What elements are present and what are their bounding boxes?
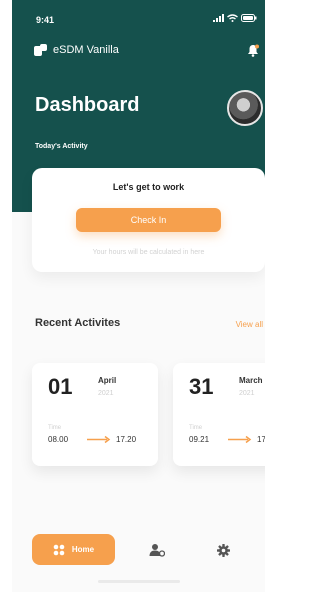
activity-day: 01 [48,374,73,399]
activity-time-in: 08.00 [48,435,69,444]
avatar[interactable] [227,90,263,126]
wifi-icon [227,14,238,22]
gear-icon [216,543,230,557]
arrow-icon [228,435,252,444]
logo-icon [34,44,47,56]
activity-month: April [98,376,117,385]
activity-time-in: 09.21 [189,435,210,444]
activity-time-label: Time [48,425,62,431]
checkin-card: Let's get to work Check In Your hours wi… [32,168,265,272]
activity-card[interactable]: 01 April 2021 Time 08.00 17.20 [32,363,158,466]
home-indicator [98,580,180,583]
arrow-icon [87,435,111,444]
activity-year: 2021 [239,390,255,397]
activity-month: March [239,376,263,385]
notification-button[interactable] [247,44,259,62]
activity-time-out: 17.00 [257,435,265,444]
status-time: 9:41 [36,15,55,25]
profile-icon [149,544,165,557]
nav-home-button[interactable]: Home [32,534,115,565]
nav-home-label: Home [71,545,95,554]
page-title: Dashboard [35,94,140,116]
check-in-button[interactable]: Check In [76,208,221,232]
brand: eSDM Vanilla [34,44,119,56]
activity-time-label: Time [189,425,203,431]
activity-year: 2021 [98,390,114,397]
nav-settings-button[interactable] [214,541,232,559]
nav-profile-button[interactable] [148,541,166,559]
battery-icon [241,14,257,22]
status-icons [213,14,257,22]
bell-icon [248,44,259,57]
signal-icon [213,14,224,22]
checkin-heading: Let's get to work [112,182,185,192]
recent-activities-title: Recent Activites [35,317,121,329]
view-all-link[interactable]: View all [236,320,263,329]
activity-card[interactable]: 31 March 2021 Time 09.21 17.00 [173,363,265,466]
section-subtitle: Today's Activity [35,143,88,150]
app-frame: 9:41 eSDM Vanilla Dashboard Today's Acti… [12,0,265,592]
activity-time-out: 17.20 [116,435,137,444]
home-grid-icon [53,544,65,555]
checkin-note: Your hours will be calculated in here [92,249,205,256]
activity-day: 31 [189,374,214,399]
brand-name: eSDM Vanilla [53,44,119,56]
